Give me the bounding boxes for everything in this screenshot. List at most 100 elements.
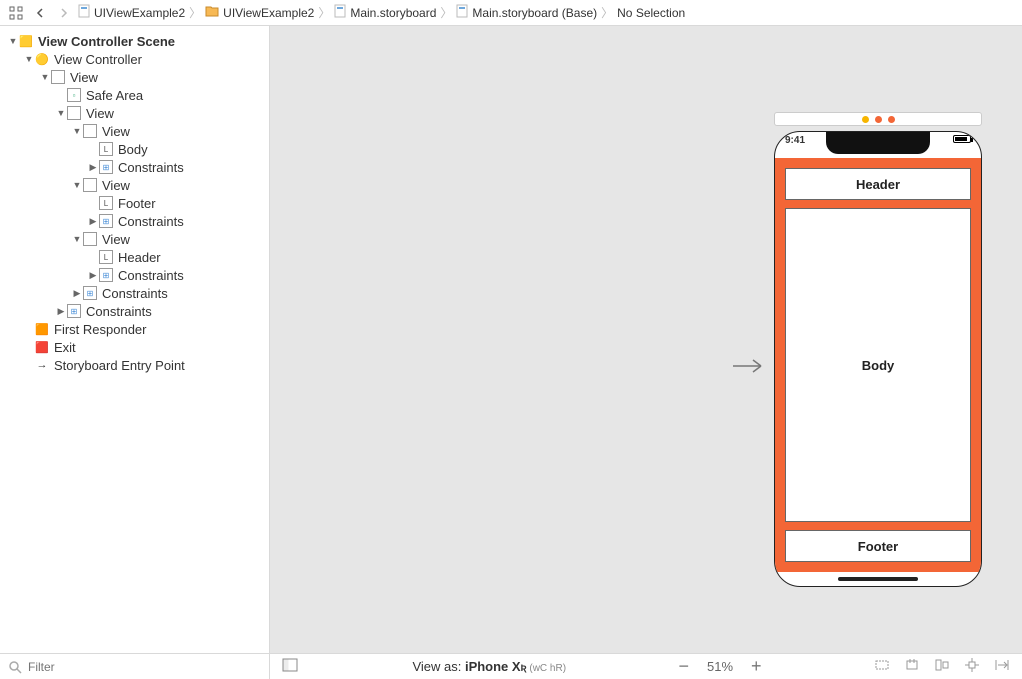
outline-label: Constraints bbox=[118, 214, 184, 229]
zoom-out-button[interactable]: − bbox=[678, 656, 689, 677]
view-icon bbox=[82, 177, 98, 193]
disclosure-triangle[interactable]: ▼ bbox=[72, 180, 82, 190]
disclosure-triangle[interactable]: ▶ bbox=[72, 288, 82, 299]
outline-label: Exit bbox=[54, 340, 76, 355]
outline-row[interactable]: →Storyboard Entry Point bbox=[0, 356, 269, 374]
label-icon: L bbox=[98, 249, 114, 265]
view-icon bbox=[50, 69, 66, 85]
disclosure-triangle[interactable]: ▶ bbox=[88, 216, 98, 227]
disclosure-triangle[interactable]: ▼ bbox=[72, 126, 82, 136]
breadcrumb-item[interactable]: UIViewExample2 bbox=[205, 5, 314, 20]
breadcrumb-item[interactable]: Main.storyboard bbox=[334, 4, 436, 21]
device-preview[interactable]: 9:41 Header Body Footer bbox=[774, 131, 982, 587]
outline-row[interactable]: 🟧First Responder bbox=[0, 320, 269, 338]
firstresponder-dock-icon[interactable] bbox=[875, 116, 882, 123]
outline-label: Body bbox=[118, 142, 148, 157]
outline-label: Constraints bbox=[102, 286, 168, 301]
outline-row[interactable]: ▼ View bbox=[0, 230, 269, 248]
storyboard-icon bbox=[334, 4, 346, 21]
exit-dock-icon[interactable] bbox=[888, 116, 895, 123]
outline-row[interactable]: ▶⊞Constraints bbox=[0, 284, 269, 302]
outline-label: Safe Area bbox=[86, 88, 143, 103]
label-icon: L bbox=[98, 141, 114, 157]
outline-row[interactable]: 🟥 Exit bbox=[0, 338, 269, 356]
project-icon bbox=[78, 4, 90, 21]
disclosure-triangle[interactable]: ▶ bbox=[56, 306, 66, 317]
breadcrumb[interactable]: UIViewExample2〉UIViewExample2〉Main.story… bbox=[78, 4, 685, 21]
firstresponder-icon: 🟧 bbox=[34, 321, 50, 337]
outline-label: View Controller Scene bbox=[38, 34, 175, 49]
exit-icon: 🟥 bbox=[34, 339, 50, 355]
outline-label: View bbox=[102, 178, 130, 193]
disclosure-triangle[interactable]: ▼ bbox=[40, 72, 50, 82]
outline-label: View bbox=[86, 106, 114, 121]
outline-label: Constraints bbox=[118, 160, 184, 175]
entry-point-arrow-icon bbox=[733, 356, 769, 376]
outline-row[interactable]: ▶⊞ Constraints bbox=[0, 158, 269, 176]
disclosure-triangle[interactable]: ▼ bbox=[8, 36, 18, 46]
outline-label: Footer bbox=[118, 196, 156, 211]
outline-row[interactable]: LFooter bbox=[0, 194, 269, 212]
align-button[interactable] bbox=[934, 658, 950, 675]
breadcrumb-item[interactable]: UIViewExample2 bbox=[78, 4, 185, 21]
outline-label: Header bbox=[118, 250, 161, 265]
filter-icon bbox=[8, 660, 22, 674]
outline-row[interactable]: L Body bbox=[0, 140, 269, 158]
outline-row[interactable]: ▼ View bbox=[0, 176, 269, 194]
outline-row[interactable]: ▶⊞ Constraints bbox=[0, 302, 269, 320]
outline-label: Constraints bbox=[86, 304, 152, 319]
hide-outline-button[interactable] bbox=[282, 658, 300, 675]
related-items-button[interactable] bbox=[6, 3, 26, 23]
root-view[interactable]: Header Body Footer bbox=[775, 158, 981, 572]
breadcrumb-item[interactable]: Main.storyboard (Base) bbox=[456, 4, 597, 21]
filter-input[interactable] bbox=[28, 660, 261, 674]
outline-row[interactable]: ▼ View bbox=[0, 68, 269, 86]
view-as-button[interactable]: View as: iPhone Xʀ (wC hR) bbox=[412, 659, 566, 674]
outline-row[interactable]: ▼🟡View Controller bbox=[0, 50, 269, 68]
battery-icon bbox=[953, 135, 971, 143]
disclosure-triangle[interactable]: ▼ bbox=[56, 108, 66, 118]
forward-button[interactable] bbox=[54, 3, 74, 23]
disclosure-triangle[interactable]: ▶ bbox=[88, 162, 98, 173]
outline-row[interactable]: ▼ View bbox=[0, 122, 269, 140]
resolve-button[interactable] bbox=[994, 658, 1010, 675]
zoom-value[interactable]: 51% bbox=[707, 659, 733, 674]
outline-row[interactable]: ▶⊞Constraints bbox=[0, 266, 269, 284]
disclosure-triangle[interactable]: ▼ bbox=[72, 234, 82, 244]
outline-row[interactable]: L Header bbox=[0, 248, 269, 266]
constraints-icon: ⊞ bbox=[98, 267, 114, 283]
vc-dock-icon[interactable] bbox=[862, 116, 869, 123]
zoom-in-button[interactable]: + bbox=[751, 656, 762, 677]
document-outline[interactable]: ▼🟨View Controller Scene▼🟡View Controller… bbox=[0, 26, 270, 653]
view-icon bbox=[66, 105, 82, 121]
zoom-controls: − 51% + bbox=[678, 656, 761, 677]
storyboard-canvas[interactable]: 9:41 Header Body Footer bbox=[270, 26, 1022, 653]
constraints-icon: ⊞ bbox=[98, 159, 114, 175]
disclosure-triangle[interactable]: ▼ bbox=[24, 54, 34, 64]
scene-icon: 🟨 bbox=[18, 33, 34, 49]
header-label[interactable]: Header bbox=[785, 168, 971, 200]
footer-label[interactable]: Footer bbox=[785, 530, 971, 562]
storyboard-icon bbox=[456, 4, 468, 21]
outline-label: View bbox=[70, 70, 98, 85]
outline-label: View Controller bbox=[54, 52, 142, 67]
pin-button[interactable] bbox=[964, 658, 980, 675]
device-notch bbox=[826, 132, 930, 154]
breadcrumb-item[interactable]: No Selection bbox=[617, 6, 685, 20]
outline-row[interactable]: ▼🟨 View Controller Scene bbox=[0, 32, 269, 50]
disclosure-triangle[interactable]: ▶ bbox=[88, 270, 98, 281]
scene-dock[interactable] bbox=[774, 112, 982, 126]
outline-label: View bbox=[102, 124, 130, 139]
outline-row[interactable]: ▶⊞ Constraints bbox=[0, 212, 269, 230]
outline-row[interactable]: ▫Safe Area bbox=[0, 86, 269, 104]
outline-row[interactable]: ▼ View bbox=[0, 104, 269, 122]
entry-icon: → bbox=[34, 357, 50, 373]
body-label[interactable]: Body bbox=[785, 208, 971, 522]
constraints-icon: ⊞ bbox=[98, 213, 114, 229]
home-indicator bbox=[838, 577, 918, 581]
back-button[interactable] bbox=[30, 3, 50, 23]
auto-layout-issues-button[interactable] bbox=[874, 658, 890, 675]
embed-button[interactable] bbox=[904, 658, 920, 675]
constraints-icon: ⊞ bbox=[66, 303, 82, 319]
outline-label: View bbox=[102, 232, 130, 247]
